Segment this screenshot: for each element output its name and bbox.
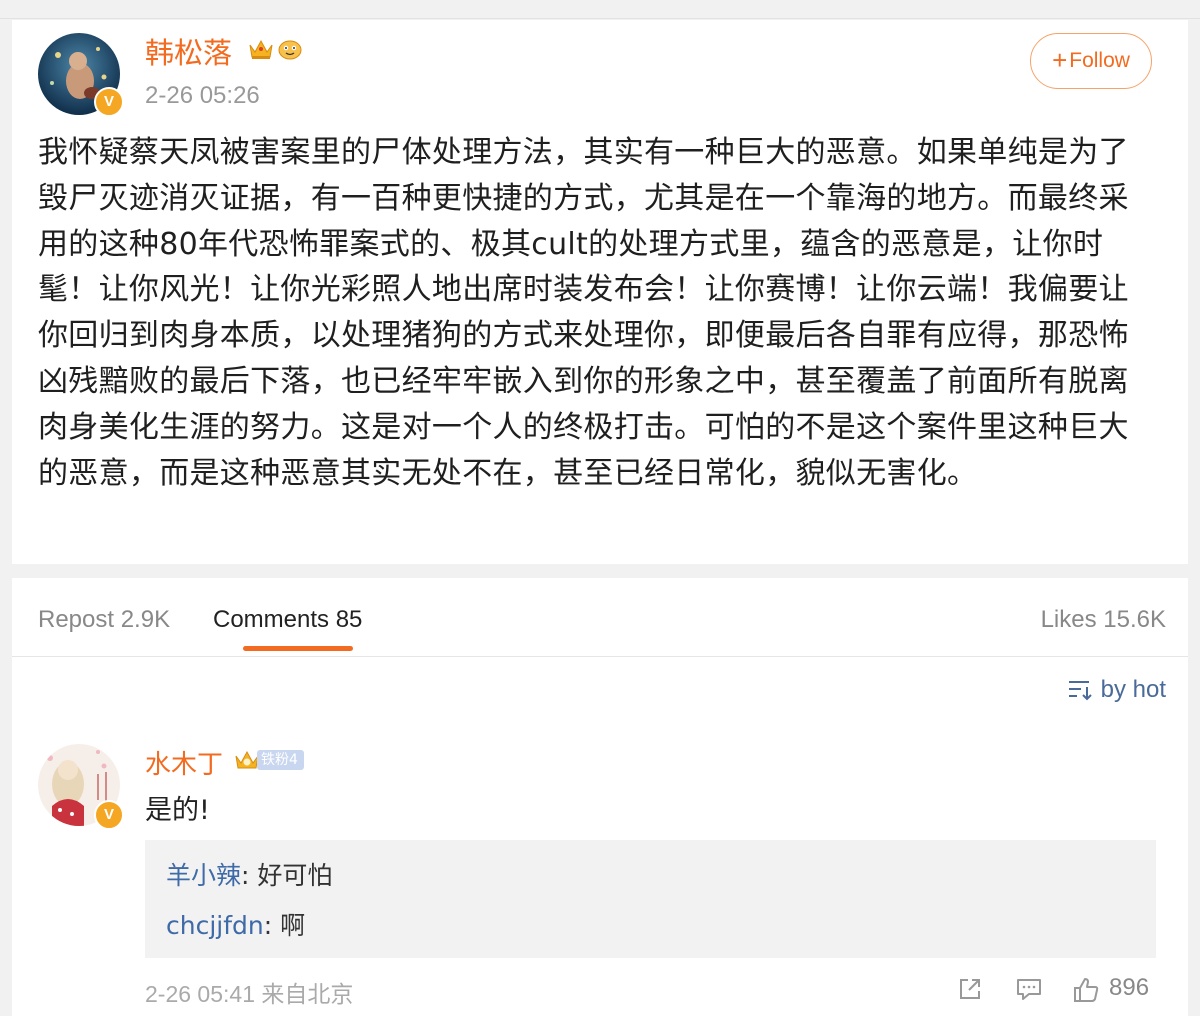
post-body-text: 我怀疑蔡天凤被害案里的尸体处理方法，其实有一种巨大的恶意。如果单纯是为了毁尸灭迹… xyxy=(38,135,1129,491)
comments-card: Repost 2.9K Comments 85 Likes 15.6K by h… xyxy=(12,578,1188,1016)
emoji-badge-icon xyxy=(278,40,302,60)
commenter-name[interactable]: 水木丁 xyxy=(145,744,223,781)
active-tab-indicator xyxy=(243,646,353,651)
verified-badge-icon: V xyxy=(94,800,124,830)
reply-username[interactable]: 羊小辣 xyxy=(166,861,241,890)
author-avatar[interactable]: V xyxy=(38,33,124,117)
reply-username[interactable]: chcjjfdn xyxy=(166,911,264,940)
fan-level-label: 铁粉4 xyxy=(257,750,304,770)
reply-separator: : xyxy=(263,911,281,940)
share-icon[interactable] xyxy=(957,976,983,1002)
like-count: 896 xyxy=(1109,974,1150,1001)
sort-icon xyxy=(1068,681,1092,701)
post-timestamp: 2-26 05:26 xyxy=(145,82,260,109)
sort-button[interactable]: by hot xyxy=(1067,676,1166,704)
commenter-avatar[interactable]: V xyxy=(38,744,124,830)
reply-text: 啊 xyxy=(280,911,306,940)
reply-text: 好可怕 xyxy=(257,861,333,890)
author-name[interactable]: 韩松落 xyxy=(145,30,232,72)
replies-box[interactable]: 羊小辣: 好可怕 chcjjfdn: 啊 xyxy=(145,840,1156,958)
tab-repost[interactable]: Repost 2.9K xyxy=(38,606,170,634)
divider xyxy=(12,656,1188,657)
comment-icon[interactable] xyxy=(1015,976,1043,1002)
reply-separator: : xyxy=(241,861,258,890)
sort-label: by hot xyxy=(1100,676,1166,703)
follow-button[interactable]: + Follow xyxy=(1030,33,1152,89)
reply-item[interactable]: 羊小辣: 好可怕 xyxy=(166,856,332,892)
verified-badge-icon: V xyxy=(94,87,124,117)
crown-icon xyxy=(249,39,273,59)
like-icon[interactable] xyxy=(1072,976,1100,1004)
reply-item[interactable]: chcjjfdn: 啊 xyxy=(166,906,305,942)
comment-text: 是的! xyxy=(145,795,210,826)
fan-badge: 铁粉4 xyxy=(234,748,304,772)
top-bar xyxy=(0,0,1200,19)
tab-likes[interactable]: Likes 15.6K xyxy=(1041,606,1166,634)
plus-icon: + xyxy=(1052,44,1068,75)
post-card: V 韩松落 2-26 05:26 + Follow 我怀疑蔡天凤被害案里的尸体处… xyxy=(12,20,1188,564)
comment-meta: 2-26 05:41 来自北京 xyxy=(145,981,354,1007)
tab-comments[interactable]: Comments 85 xyxy=(213,606,362,634)
follow-label: Follow xyxy=(1069,49,1130,72)
